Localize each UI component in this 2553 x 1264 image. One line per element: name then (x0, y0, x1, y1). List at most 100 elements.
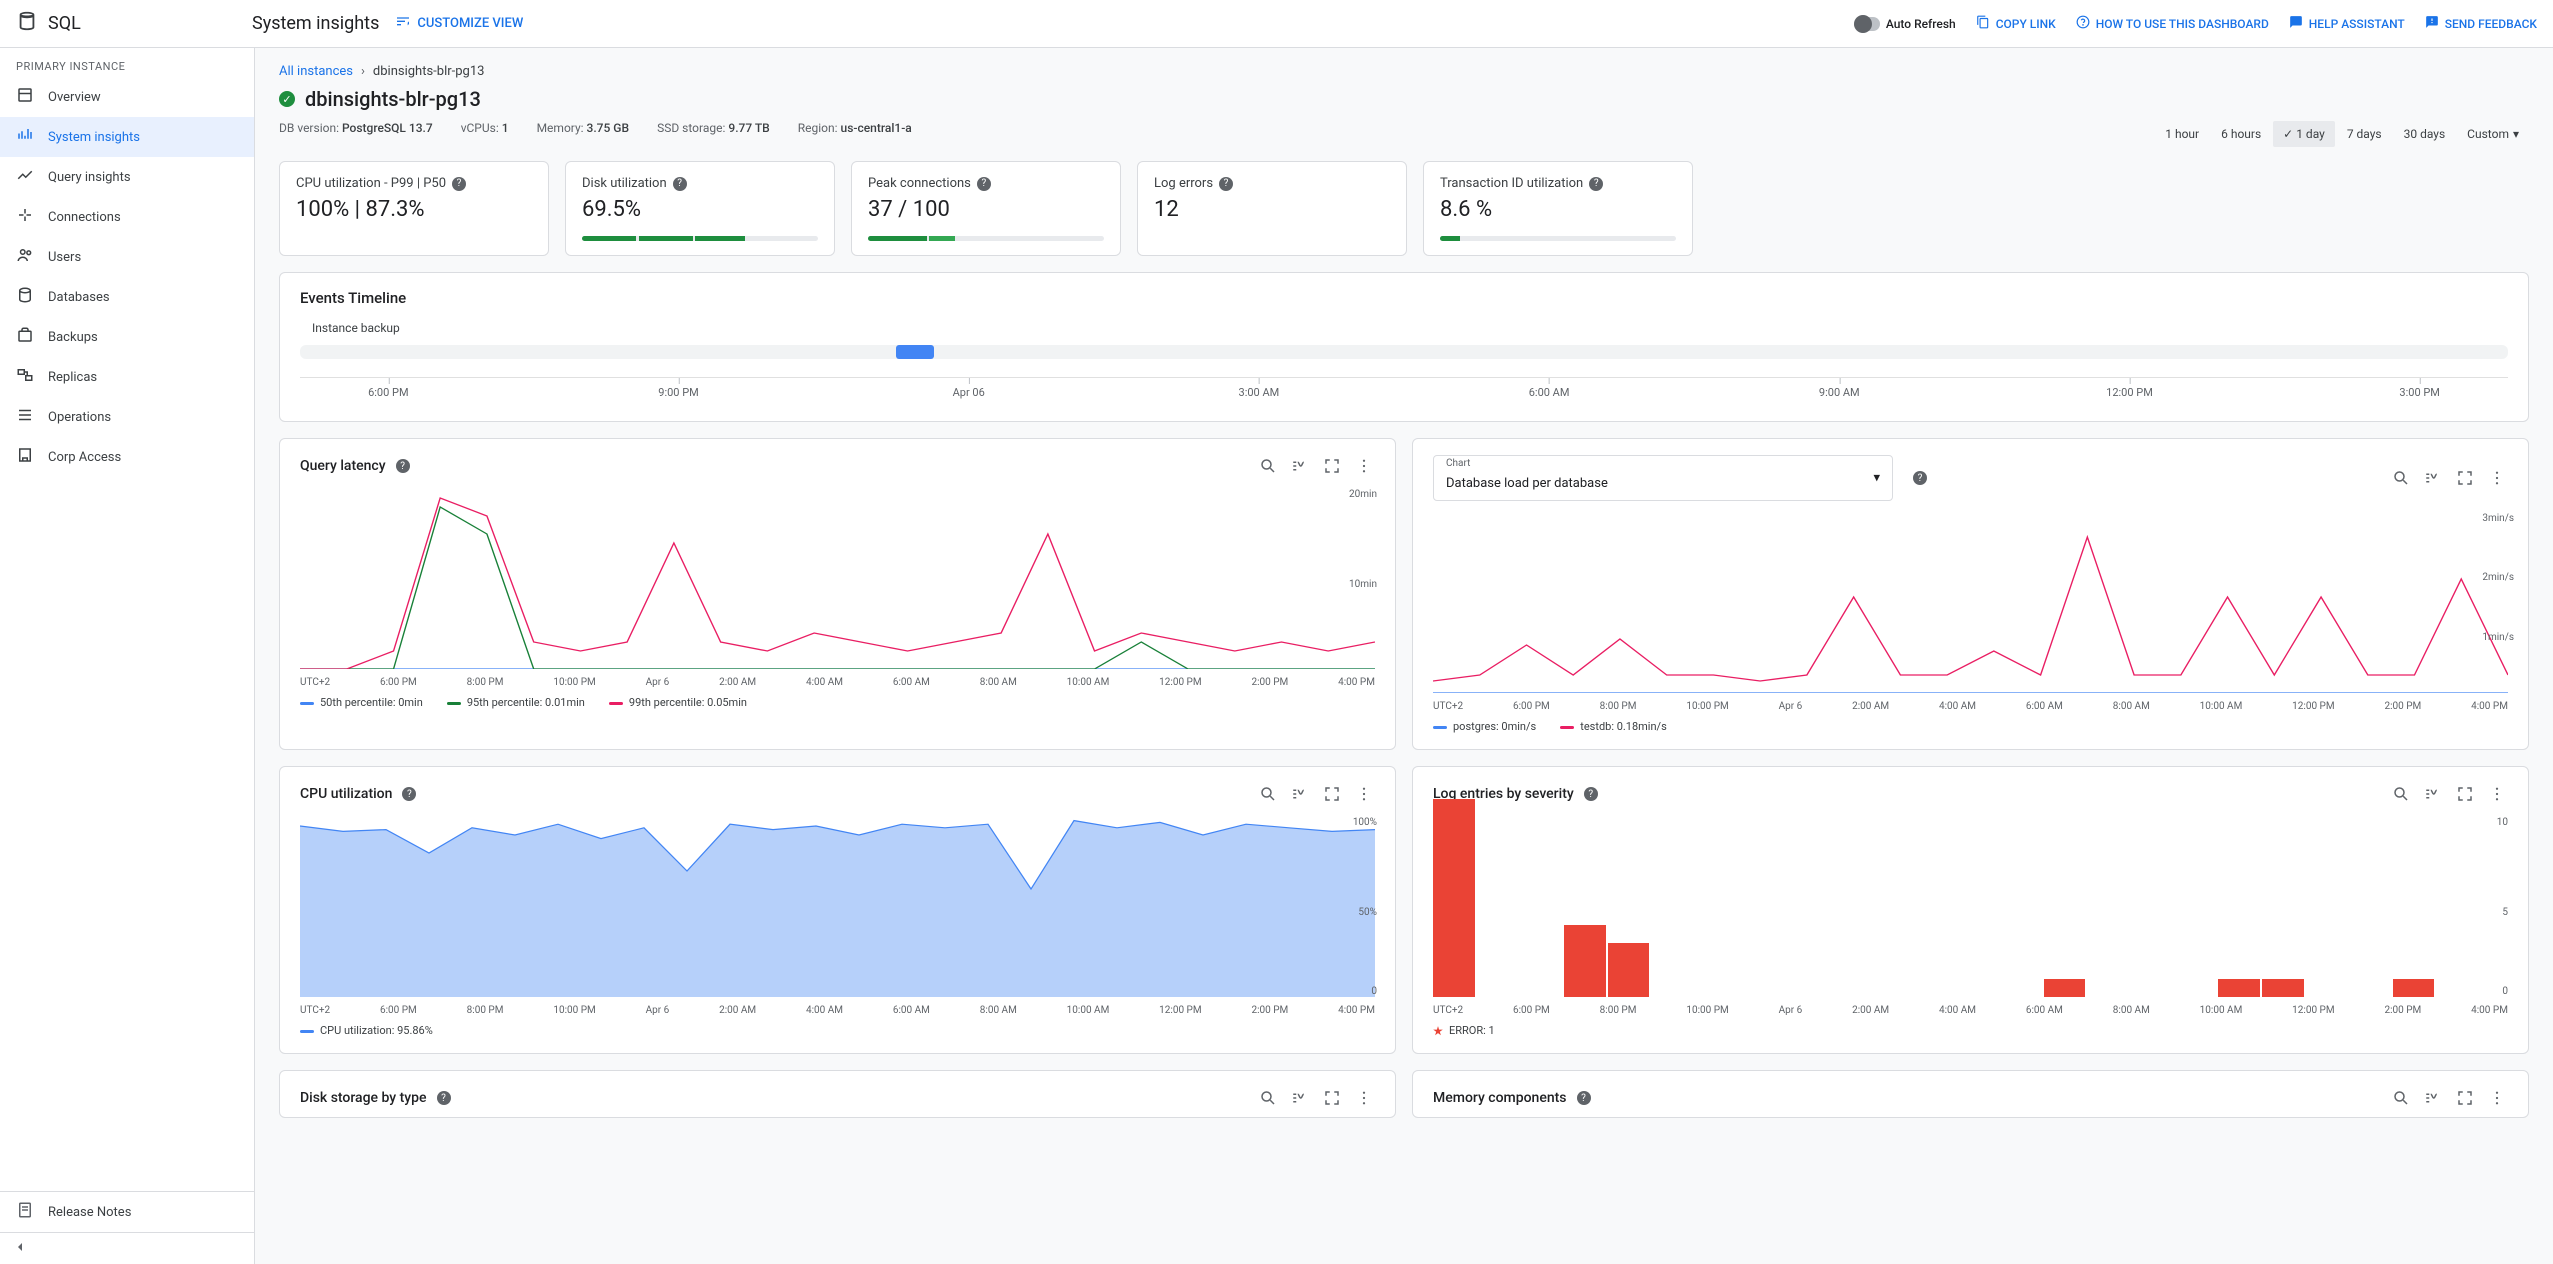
help-icon[interactable]: ? (402, 787, 416, 801)
topbar: SQL System insights CUSTOMIZE VIEW Auto … (0, 0, 2553, 48)
sidebar-item-backups[interactable]: Backups (0, 317, 254, 357)
timeline-ticks: 6:00 PM9:00 PMApr 063:00 AM6:00 AM9:00 A… (300, 377, 2508, 405)
more-icon[interactable] (2486, 467, 2508, 489)
zoom-icon[interactable] (1257, 455, 1279, 477)
legend-icon[interactable] (1289, 455, 1311, 477)
instance-header: ✓ dbinsights-blr-pg13 (279, 87, 2529, 111)
zoom-icon[interactable] (2390, 783, 2412, 805)
overview-icon (16, 86, 34, 108)
zoom-icon[interactable] (2390, 467, 2412, 489)
help-icon[interactable]: ? (452, 177, 466, 191)
more-icon[interactable] (1353, 783, 1375, 805)
fullscreen-icon[interactable] (2454, 1087, 2476, 1109)
cpu-chart[interactable]: 100% 50% 0 (300, 817, 1375, 997)
users-icon (16, 246, 34, 268)
sidebar-item-overview[interactable]: Overview (0, 77, 254, 117)
memory-panel: Memory components ? (1412, 1070, 2529, 1118)
fullscreen-icon[interactable] (1321, 455, 1343, 477)
timerange-30days[interactable]: 30 days (2394, 121, 2456, 147)
sidebar-section: PRIMARY INSTANCE (0, 48, 254, 77)
sidebar-collapse-button[interactable] (0, 1232, 254, 1264)
fullscreen-icon[interactable] (2454, 783, 2476, 805)
legend: ERROR: 1 (1413, 1020, 2528, 1053)
more-icon[interactable] (1353, 1087, 1375, 1109)
backups-icon (16, 326, 34, 348)
help-icon[interactable]: ? (1913, 471, 1927, 485)
sidebar-item-operations[interactable]: Operations (0, 397, 254, 437)
chevron-left-icon (12, 1239, 28, 1259)
help-icon[interactable]: ? (1219, 177, 1233, 191)
event-backup[interactable] (896, 345, 934, 359)
zoom-icon[interactable] (1257, 1087, 1279, 1109)
toggle-icon (1854, 17, 1880, 31)
help-assistant-button[interactable]: HELP ASSISTANT (2289, 15, 2405, 32)
legend: postgres: 0min/stestdb: 0.18min/s (1413, 716, 2528, 749)
x-axis: UTC+26:00 PM8:00 PM10:00 PMApr 62:00 AM4… (280, 1005, 1395, 1020)
timerange-1hour[interactable]: 1 hour (2155, 121, 2209, 147)
breadcrumb-all[interactable]: All instances (279, 64, 353, 79)
databases-icon (16, 286, 34, 308)
db-load-panel: Chart Database load per database ▾ ? (1412, 438, 2529, 750)
summary-cards: CPU utilization - P99 | P50? 100% | 87.3… (279, 161, 2529, 256)
sidebar-item-connections[interactable]: Connections (0, 197, 254, 237)
legend-icon[interactable] (2422, 1087, 2444, 1109)
fullscreen-icon[interactable] (1321, 783, 1343, 805)
doc-icon (16, 1201, 34, 1223)
query-latency-chart[interactable]: 20min 10min (300, 489, 1375, 669)
card-cpu: CPU utilization - P99 | P50? 100% | 87.3… (279, 161, 549, 256)
sidebar-item-users[interactable]: Users (0, 237, 254, 277)
chart-type-select[interactable]: Chart Database load per database ▾ (1433, 455, 1893, 501)
help-icon[interactable]: ? (1589, 177, 1603, 191)
timerange-7days[interactable]: 7 days (2337, 121, 2392, 147)
events-timeline-track[interactable] (300, 345, 2508, 359)
help-icon[interactable]: ? (673, 177, 687, 191)
zoom-icon[interactable] (1257, 783, 1279, 805)
more-icon[interactable] (2486, 783, 2508, 805)
events-row-label: Instance backup (312, 321, 2508, 335)
legend: 50th percentile: 0min95th percentile: 0.… (280, 692, 1395, 725)
card-log-errors: Log errors? 12 (1137, 161, 1407, 256)
sidebar-item-databases[interactable]: Databases (0, 277, 254, 317)
legend-icon[interactable] (2422, 467, 2444, 489)
chat-icon (2289, 15, 2303, 32)
help-icon[interactable]: ? (396, 459, 410, 473)
cpu-panel: CPU utilization ? 100% 50% (279, 766, 1396, 1054)
top-actions: Auto Refresh COPY LINK HOW TO USE THIS D… (1854, 15, 2537, 32)
timerange-custom[interactable]: Custom ▾ (2457, 121, 2529, 147)
sidebar-item-corp-access[interactable]: Corp Access (0, 437, 254, 477)
send-feedback-button[interactable]: SEND FEEDBACK (2425, 15, 2537, 32)
fullscreen-icon[interactable] (2454, 467, 2476, 489)
customize-view-button[interactable]: CUSTOMIZE VIEW (395, 14, 523, 34)
legend-icon[interactable] (1289, 783, 1311, 805)
timerange-6hours[interactable]: 6 hours (2211, 121, 2271, 147)
help-icon[interactable]: ? (1584, 787, 1598, 801)
how-to-use-button[interactable]: HOW TO USE THIS DASHBOARD (2076, 15, 2269, 32)
sidebar-item-system-insights[interactable]: System insights (0, 117, 254, 157)
corp-icon (16, 446, 34, 468)
card-connections: Peak connections? 37 / 100 (851, 161, 1121, 256)
sidebar-item-replicas[interactable]: Replicas (0, 357, 254, 397)
x-axis: UTC+26:00 PM8:00 PM10:00 PMApr 62:00 AM4… (280, 677, 1395, 692)
legend-icon[interactable] (2422, 783, 2444, 805)
more-icon[interactable] (1353, 455, 1375, 477)
legend-icon[interactable] (1289, 1087, 1311, 1109)
events-timeline-panel: Events Timeline Instance backup 6:00 PM9… (279, 272, 2529, 422)
auto-refresh-toggle[interactable]: Auto Refresh (1854, 17, 1956, 31)
sidebar-item-release-notes[interactable]: Release Notes (0, 1192, 254, 1232)
more-icon[interactable] (2486, 1087, 2508, 1109)
copy-link-button[interactable]: COPY LINK (1976, 15, 2056, 32)
db-load-chart[interactable]: 3min/s 2min/s 1min/s (1433, 513, 2508, 693)
card-disk: Disk utilization? 69.5% (565, 161, 835, 256)
log-chart[interactable]: 10 5 0 (1433, 817, 2508, 997)
timerange-1day[interactable]: 1 day (2273, 121, 2335, 147)
sidebar-item-query-insights[interactable]: Query insights (0, 157, 254, 197)
help-icon[interactable]: ? (437, 1091, 451, 1105)
chevron-down-icon: ▾ (2513, 127, 2519, 141)
replicas-icon (16, 366, 34, 388)
help-icon[interactable]: ? (977, 177, 991, 191)
chevron-right-icon: › (361, 64, 365, 79)
zoom-icon[interactable] (2390, 1087, 2412, 1109)
auto-refresh-label: Auto Refresh (1886, 17, 1956, 31)
fullscreen-icon[interactable] (1321, 1087, 1343, 1109)
help-icon[interactable]: ? (1577, 1091, 1591, 1105)
